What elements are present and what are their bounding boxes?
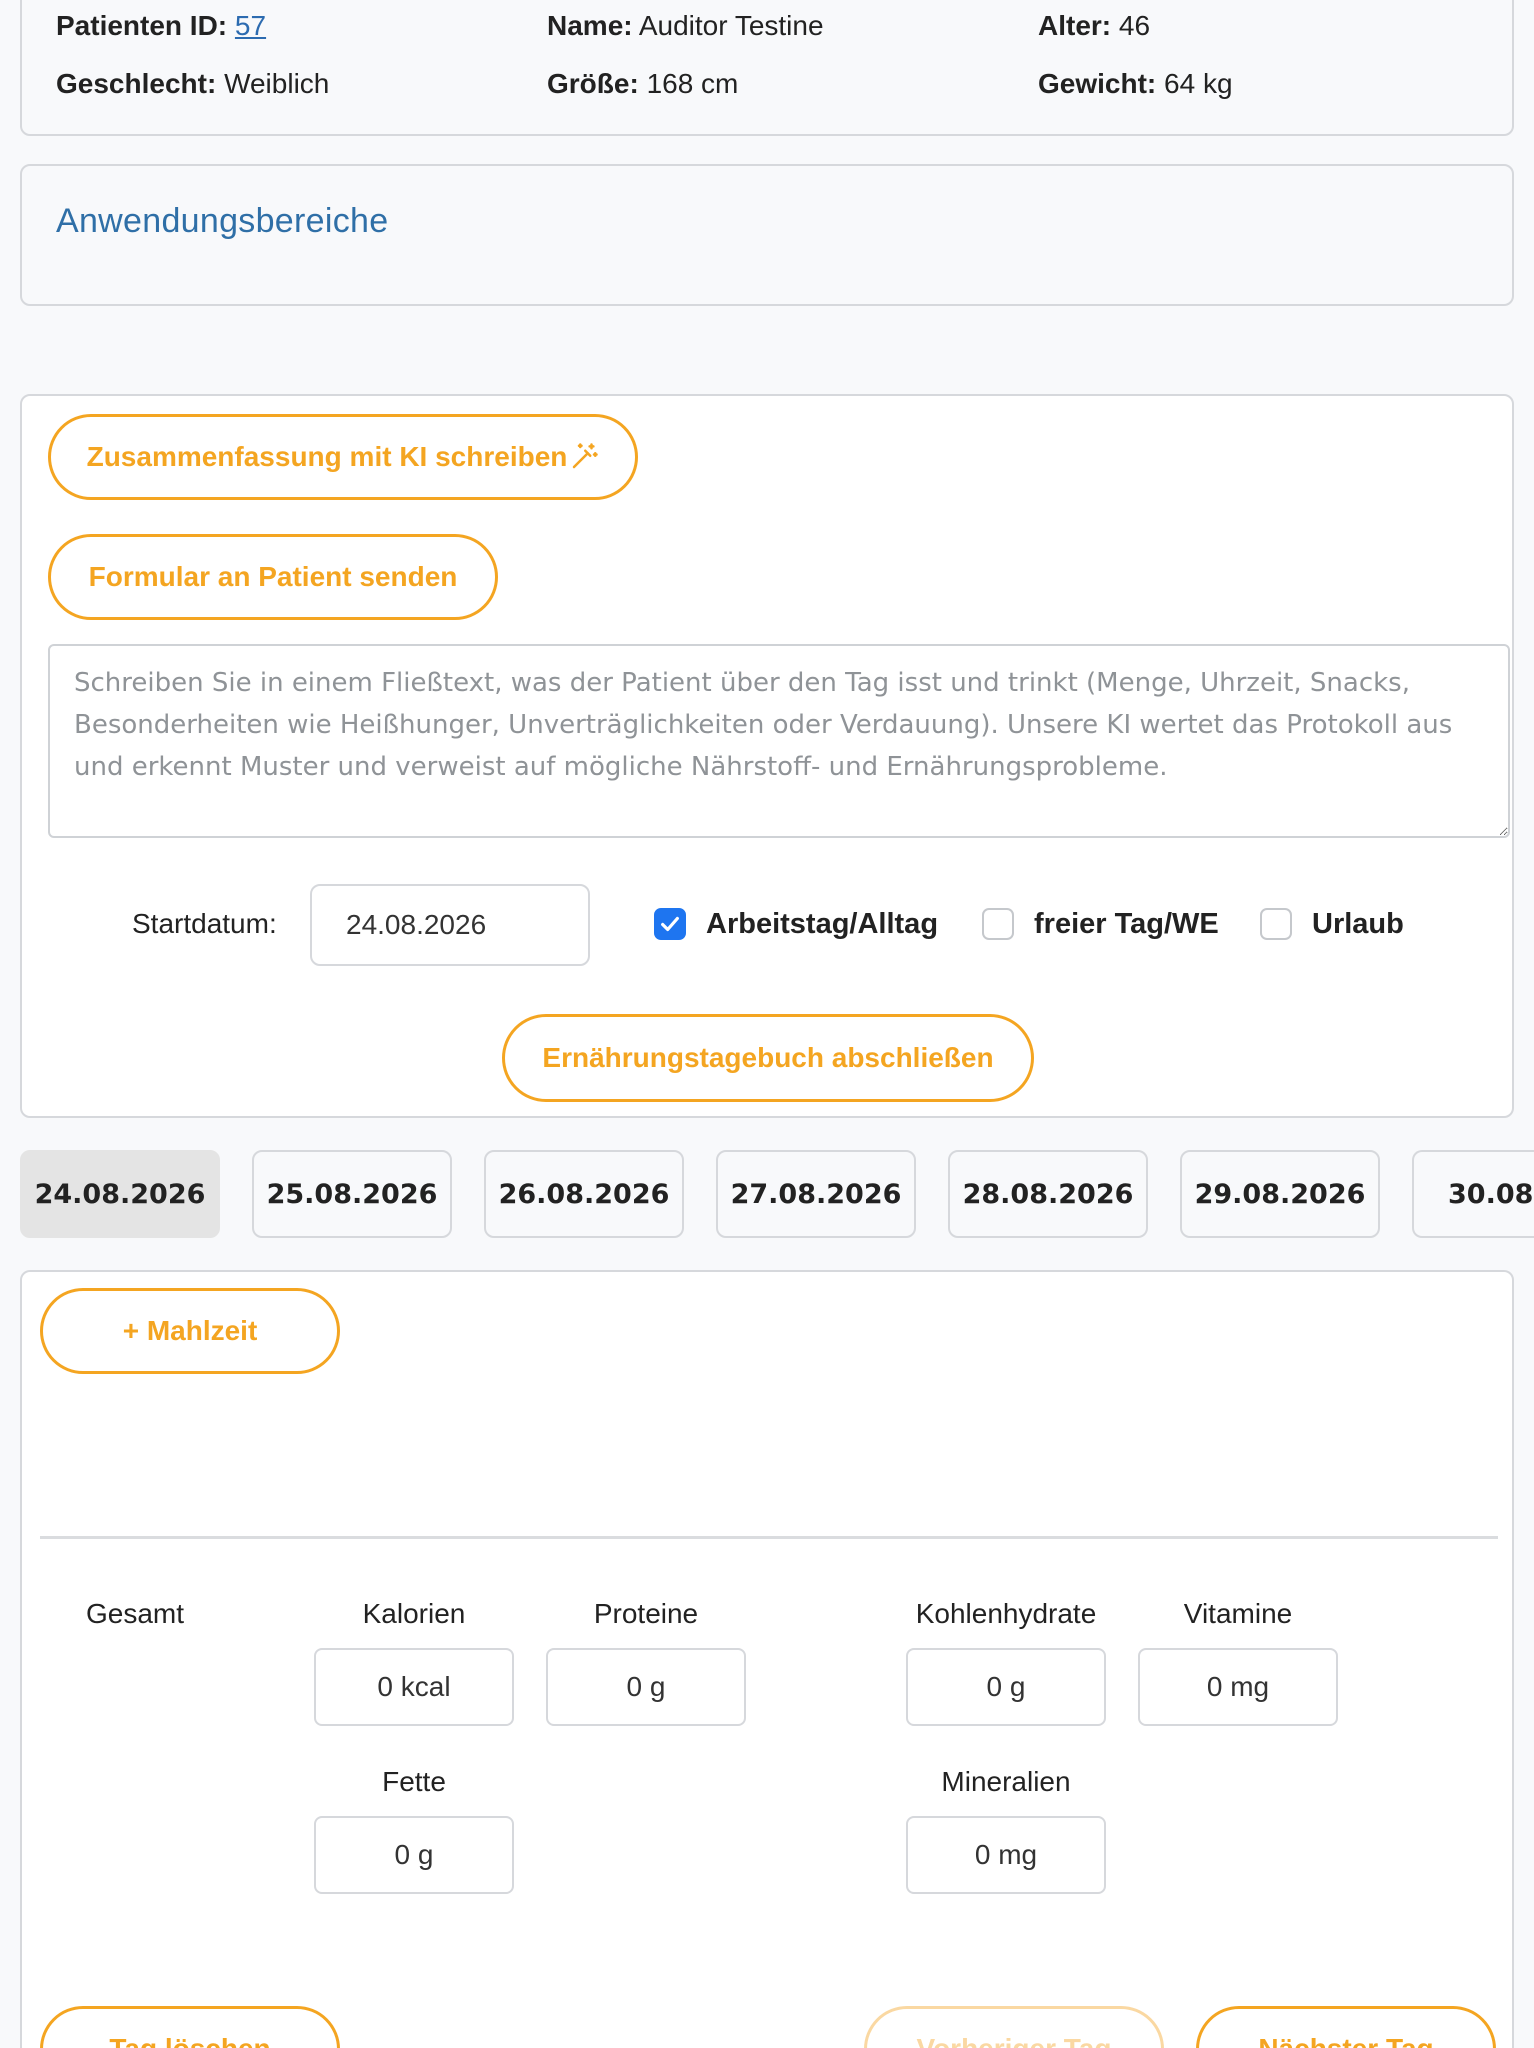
minerals-field: 0 mg <box>906 1816 1106 1894</box>
ai-summary-label: Zusammenfassung mit KI schreiben <box>86 441 568 472</box>
minerals-value: 0 mg <box>974 1839 1038 1870</box>
vacation-checkbox[interactable] <box>1260 908 1292 940</box>
date-tab[interactable]: 27.08.2026 <box>716 1150 916 1238</box>
workday-checkbox[interactable] <box>654 908 686 940</box>
patient-name-label: Name: <box>547 10 633 41</box>
patient-id-label: Patienten ID: <box>56 10 228 41</box>
start-date-value: 24.08.2026 <box>346 909 487 940</box>
calories-field: 0 kcal <box>314 1648 514 1726</box>
calories-value: 0 kcal <box>377 1671 451 1702</box>
patient-info-card: Patienten ID: 57 Name: Auditor Testine A… <box>20 0 1514 136</box>
vitamins-value: 0 mg <box>1206 1671 1270 1702</box>
next-day-label: Nächster Tag <box>1258 2033 1433 2048</box>
patient-gender-value: Weiblich <box>224 68 330 99</box>
patient-gender-label: Geschlecht: <box>56 68 217 99</box>
send-form-button[interactable]: Formular an Patient senden <box>48 534 498 620</box>
divider <box>40 1536 1498 1539</box>
protein-value: 0 g <box>626 1671 666 1702</box>
patient-id: Patienten ID: 57 <box>56 10 266 42</box>
carbs-value: 0 g <box>986 1671 1026 1702</box>
checkmark-icon <box>661 916 679 932</box>
patient-age-label: Alter: <box>1038 10 1112 41</box>
date-tab[interactable]: 28.08.2026 <box>948 1150 1148 1238</box>
next-day-button[interactable]: Nächster Tag <box>1196 2006 1496 2048</box>
patient-name: Name: Auditor Testine <box>547 10 824 42</box>
date-tab[interactable]: 24.08.2026 <box>20 1150 220 1238</box>
send-form-label: Formular an Patient senden <box>88 561 458 592</box>
workday-label: Arbeitstag/Alltag <box>706 908 939 940</box>
carbs-label: Kohlenhydrate <box>915 1598 1097 1629</box>
patient-height-value: 168 cm <box>646 68 739 99</box>
finish-diary-label: Ernährungstagebuch abschließen <box>542 1042 994 1073</box>
date-tab[interactable]: 25.08.2026 <box>252 1150 452 1238</box>
start-date-input[interactable]: 24.08.2026 <box>310 884 590 966</box>
fat-label: Fette <box>382 1766 446 1797</box>
finish-diary-button[interactable]: Ernährungstagebuch abschließen <box>502 1014 1034 1102</box>
add-meal-button[interactable]: + Mahlzeit <box>40 1288 340 1374</box>
ai-summary-button[interactable]: Zusammenfassung mit KI schreiben <box>48 414 638 500</box>
add-meal-label: + Mahlzeit <box>122 1315 258 1346</box>
date-tab[interactable]: 29.08.2026 <box>1180 1150 1380 1238</box>
patient-gender: Geschlecht: Weiblich <box>56 68 329 100</box>
protein-field: 0 g <box>546 1648 746 1726</box>
nutrition-diary-card: Zusammenfassung mit KI schreiben Formula… <box>20 394 1514 1118</box>
calories-label: Kalorien <box>362 1598 466 1629</box>
fat-field: 0 g <box>314 1816 514 1894</box>
totals-label: Gesamt <box>86 1598 185 1629</box>
previous-day-button[interactable]: Vorheriger Tag <box>864 2006 1164 2048</box>
free-day-checkbox[interactable] <box>982 908 1014 940</box>
patient-height: Größe: 168 cm <box>547 68 738 100</box>
patient-id-link[interactable]: 57 <box>235 10 266 41</box>
previous-day-label: Vorheriger Tag <box>916 2033 1111 2048</box>
patient-weight-value: 64 kg <box>1164 68 1233 99</box>
protein-label: Proteine <box>593 1598 699 1629</box>
date-tab[interactable]: 30.08.2026 <box>1412 1150 1534 1238</box>
magic-wand-icon <box>569 442 599 472</box>
application-areas-title: Anwendungsbereiche <box>56 202 389 240</box>
patient-age: Alter: 46 <box>1038 10 1150 42</box>
date-tab[interactable]: 26.08.2026 <box>484 1150 684 1238</box>
delete-day-label: Tag löschen <box>109 2033 270 2048</box>
patient-weight-label: Gewicht: <box>1038 68 1157 99</box>
fat-value: 0 g <box>394 1839 434 1870</box>
start-date-label: Startdatum: <box>132 908 277 939</box>
vacation-label: Urlaub <box>1312 908 1404 940</box>
vitamins-label: Vitamine <box>1183 1598 1293 1629</box>
patient-height-label: Größe: <box>547 68 639 99</box>
carbs-field: 0 g <box>906 1648 1106 1726</box>
free-day-label: freier Tag/WE <box>1034 908 1219 940</box>
patient-age-value: 46 <box>1118 10 1151 41</box>
patient-name-value: Auditor Testine <box>638 10 824 41</box>
day-detail-card: + Mahlzeit Gesamt Kalorien 0 kcal Protei… <box>20 1270 1514 2048</box>
minerals-label: Mineralien <box>941 1766 1071 1797</box>
vitamins-field: 0 mg <box>1138 1648 1338 1726</box>
nutrition-notes-textarea[interactable] <box>48 644 1510 838</box>
application-areas-card: Anwendungsbereiche <box>20 164 1514 306</box>
delete-day-button[interactable]: Tag löschen <box>40 2006 340 2048</box>
patient-weight: Gewicht: 64 kg <box>1038 68 1233 100</box>
